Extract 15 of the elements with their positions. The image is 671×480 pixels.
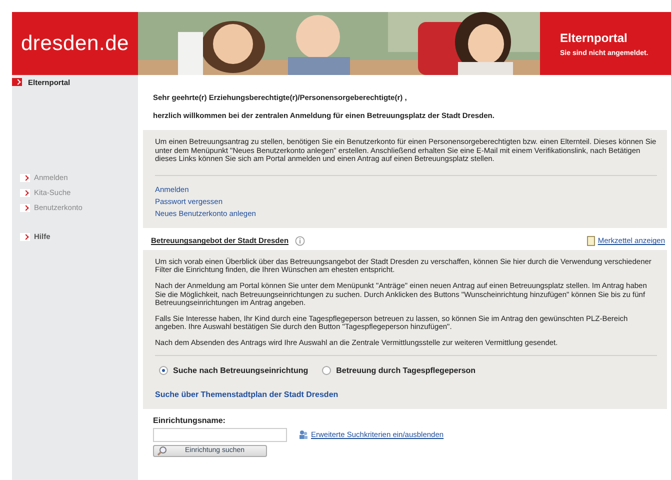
site-logo[interactable]: dresden.de — [12, 12, 138, 75]
portal-title: Elternportal — [560, 30, 628, 44]
field-label: Einrichtungsname: — [153, 416, 226, 425]
radio-button[interactable] — [159, 366, 168, 375]
radio-button[interactable] — [322, 366, 332, 375]
notepad-icon — [586, 236, 595, 246]
chevron-icon — [20, 232, 30, 240]
input-field[interactable] — [153, 428, 287, 442]
search-icon — [157, 446, 167, 456]
radio-label[interactable]: Suche nach Betreuungseinrichtung — [173, 366, 308, 375]
info-icon[interactable] — [294, 236, 305, 246]
map-link[interactable]: Suche über Themenstadtplan der Stadt Dresden — [155, 388, 657, 401]
chevron-icon — [12, 78, 22, 86]
people-icon — [299, 430, 308, 440]
radio-label[interactable]: Betreuung durch Tagespflegeperson — [336, 366, 476, 375]
